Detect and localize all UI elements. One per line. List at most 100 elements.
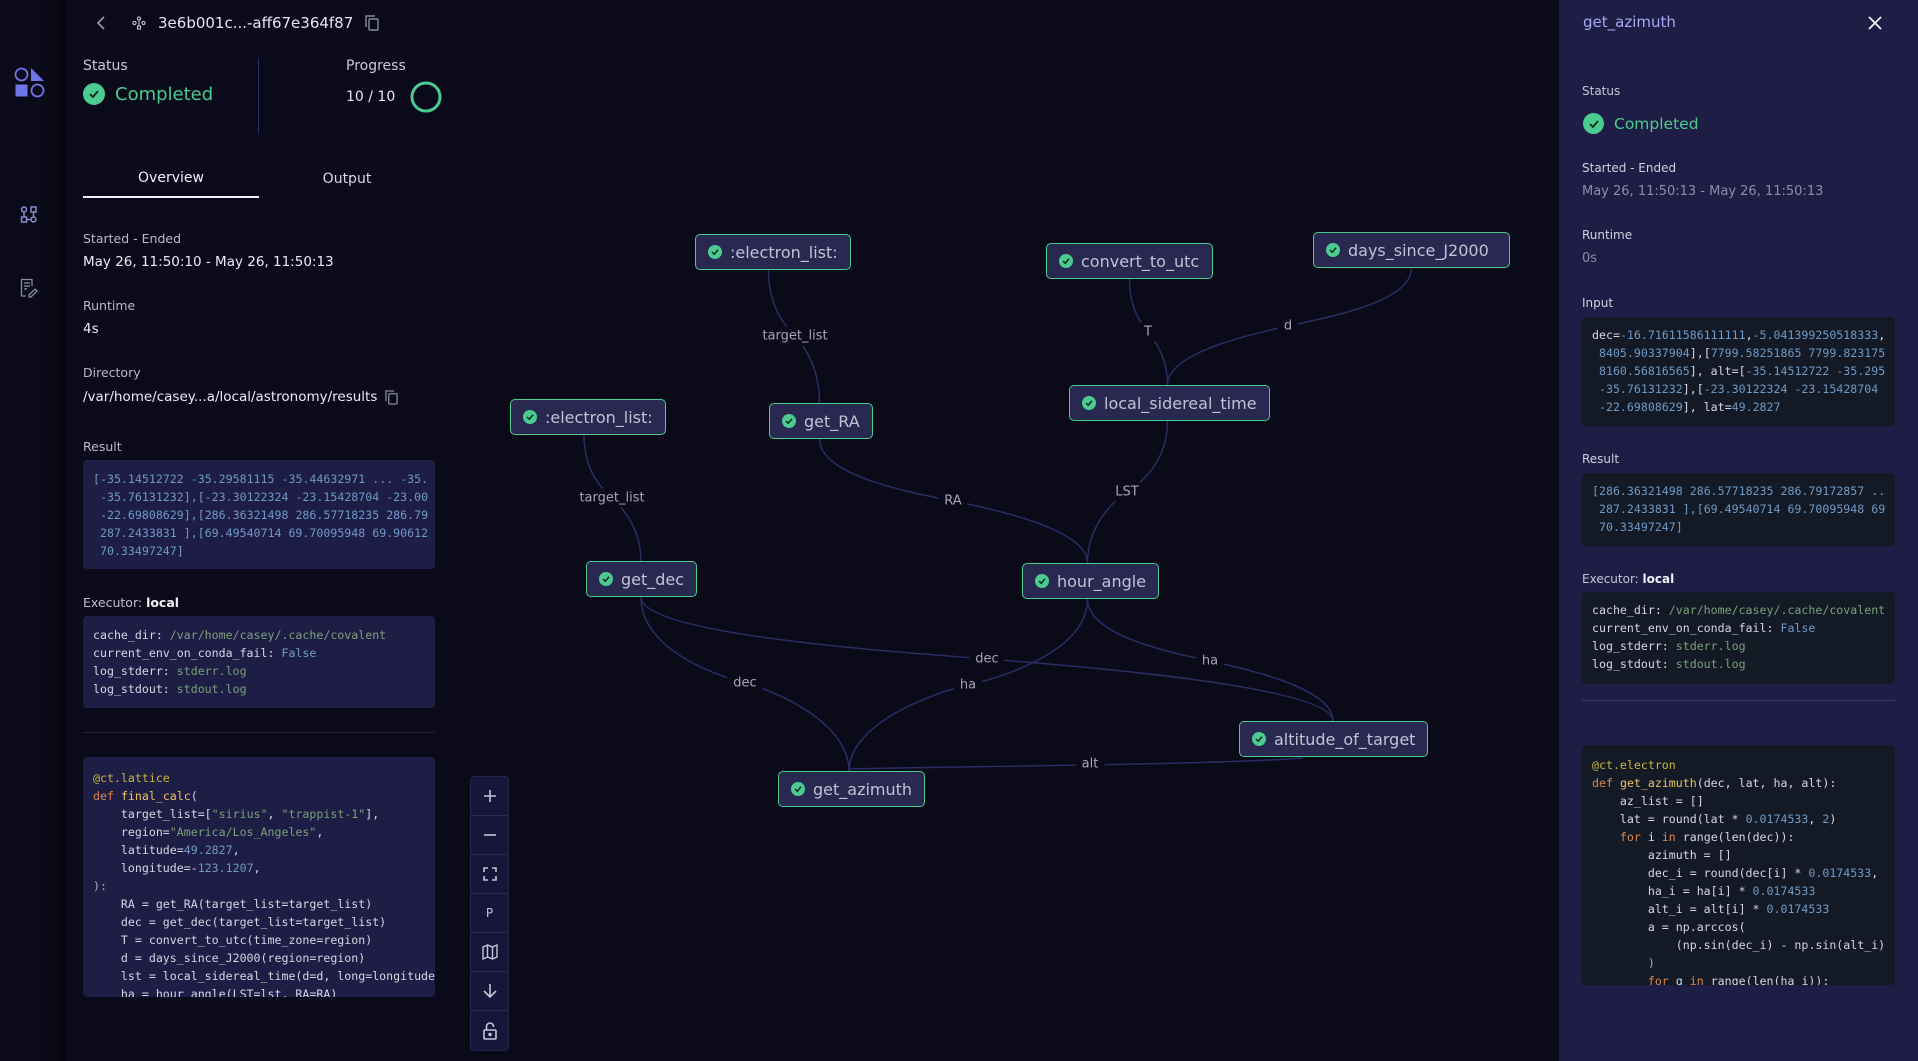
check-circle-icon — [1583, 113, 1604, 134]
code-line: latitude=49.2827, — [93, 843, 240, 857]
code-line: alt_i = alt[i] * 0.0174533 — [1592, 902, 1830, 916]
tab-output[interactable]: Output — [259, 160, 435, 198]
check-circle-icon — [1252, 732, 1266, 746]
code-line: 287.2433831 ],[69.49540714 69.70095948 6… — [1598, 502, 1886, 516]
node-label: local_sidereal_time — [1104, 393, 1257, 413]
arrow-down-icon — [482, 984, 497, 999]
drawer-executor-label-text: Executor: — [1582, 572, 1639, 586]
graph-node-get-azimuth[interactable]: get_azimuth — [778, 771, 926, 807]
graph-node-electron-list-1[interactable]: :electron_list: — [695, 234, 851, 270]
graph-view-icon[interactable] — [13, 199, 45, 231]
params-p-icon: P — [485, 906, 494, 920]
result-box: [-35.14512722 -35.29581115 -35.44632971 … — [83, 460, 435, 569]
status-label: Status — [83, 58, 128, 74]
check-circle-icon — [791, 782, 805, 796]
zoom-out-button[interactable] — [471, 816, 508, 855]
drawer-input-label: Input — [1582, 296, 1614, 310]
code-line: 70.33497247] — [1598, 520, 1683, 534]
executor-config-row: log_stdout: stdout.log — [93, 680, 425, 698]
result-label: Result — [83, 439, 122, 454]
edge-label: alt — [1075, 754, 1105, 774]
config-value: stderr.log — [176, 664, 247, 678]
drawer-executor-label: Executor: local — [1582, 572, 1674, 586]
lock-button[interactable] — [471, 1011, 508, 1050]
graph-node-altitude-of-target[interactable]: altitude_of_target — [1239, 721, 1429, 757]
copy-directory-button[interactable] — [385, 389, 399, 405]
drawer-runtime-label: Runtime — [1582, 228, 1633, 242]
drawer-result-label: Result — [1582, 452, 1620, 466]
code-line: ha = hour_angle(LST=lst, RA=RA) — [93, 987, 338, 997]
divider-vertical — [258, 58, 259, 134]
lattice-source-code: @ct.lattice def final_calc( target_list=[… — [83, 757, 435, 997]
check-circle-icon — [1035, 574, 1049, 588]
node-label: get_RA — [804, 411, 860, 431]
node-label: altitude_of_target — [1274, 729, 1416, 749]
status-badge: Completed — [83, 83, 213, 105]
divider — [1582, 700, 1895, 701]
electron-detail-drawer: get_azimuth Status Completed Started - E… — [1559, 0, 1918, 1061]
close-drawer-button[interactable] — [1864, 12, 1886, 34]
check-circle-icon — [83, 83, 105, 105]
code-line: (np.sin(dec_i) - np.sin(alt_i) — [1592, 938, 1886, 952]
progress-section: Progress 10 / 10 — [346, 58, 443, 114]
fit-view-button[interactable] — [471, 855, 508, 894]
code-line: for i in range(len(dec)): — [1619, 830, 1795, 844]
code-line: dec = get_dec(target_list=target_list) — [93, 915, 387, 929]
copy-icon — [365, 15, 379, 31]
dispatch-header: 3e6b001c...-aff67e364f87 — [90, 10, 379, 36]
graph-node-get-dec[interactable]: get_dec — [586, 561, 698, 597]
edge-label: ha — [1195, 651, 1225, 671]
code-line: 287.2433831 ],[69.49540714 69.70095948 6… — [99, 526, 429, 540]
code-line: @ct.lattice — [93, 771, 170, 785]
code-line: -22.69808629], lat=49.2827 — [1598, 400, 1781, 414]
code-line: ) — [1592, 956, 1655, 970]
direction-button[interactable] — [471, 972, 508, 1011]
back-button[interactable] — [90, 16, 112, 30]
config-value: stdout.log — [1675, 657, 1746, 671]
edge-label: T — [1138, 322, 1158, 342]
config-value: stderr.log — [1675, 639, 1746, 653]
status-section: Status Completed — [83, 58, 213, 105]
covalent-logo-icon[interactable] — [13, 66, 47, 100]
config-value: /var/home/casey/.cache/covalent — [1668, 603, 1886, 617]
executor-config-box: cache_dir: /var/home/casey/.cache/covale… — [83, 616, 435, 708]
zoom-in-button[interactable] — [471, 777, 508, 816]
code-line: @ct.electron — [1592, 758, 1676, 772]
drawer-runtime-value: 0s — [1582, 251, 1598, 266]
executor-config-row: cache_dir: /var/home/casey/.cache/covale… — [1592, 601, 1885, 619]
graph-node-electron-list-2[interactable]: :electron_list: — [510, 399, 666, 435]
code-line: longitude=-123.1207, — [93, 861, 261, 875]
graph-node-local-sidereal-time[interactable]: local_sidereal_time — [1069, 385, 1270, 421]
code-line: dec=-16.71611586111111,-5.04139925051833… — [1592, 328, 1886, 342]
code-line: az_list = [] — [1592, 794, 1704, 808]
node-label: get_azimuth — [813, 779, 913, 799]
copy-dispatch-id-button[interactable] — [365, 15, 379, 31]
fullscreen-icon — [482, 867, 497, 881]
chevron-left-icon — [96, 16, 105, 30]
logs-icon[interactable] — [13, 272, 45, 304]
config-key: log_stderr: — [93, 664, 177, 678]
code-line: RA = get_RA(target_list=target_list) — [93, 897, 373, 911]
plus-icon — [483, 790, 496, 802]
graph-edges — [583, 267, 1413, 772]
graph-node-convert-to-utc[interactable]: convert_to_utc — [1046, 243, 1213, 279]
toggle-params-button[interactable]: P — [471, 894, 508, 933]
code-line: 8160.56816565], alt=[-35.14512722 -35.29… — [1598, 364, 1886, 378]
graph-node-hour-angle[interactable]: hour_angle — [1022, 563, 1160, 599]
tab-overview[interactable]: Overview — [83, 160, 259, 198]
node-label: hour_angle — [1057, 571, 1147, 591]
graph-node-get-RA[interactable]: get_RA — [769, 403, 873, 439]
executor-label: Executor: local — [83, 595, 179, 610]
code-line: a = np.arccos( — [1592, 920, 1746, 934]
graph-canvas[interactable]: :electron_list::electron_list: get_RA get_… — [458, 0, 1559, 1061]
minimap-button[interactable] — [471, 933, 508, 972]
config-key: current_env_on_conda_fail: — [93, 646, 282, 660]
edge-label: ha — [953, 675, 983, 695]
divider — [83, 732, 435, 733]
graph-node-days-since-J2000[interactable]: days_since_J2000 — [1313, 232, 1510, 268]
executor-config-row: log_stderr: stderr.log — [93, 662, 425, 680]
code-line: ha_i = ha[i] * 0.0174533 — [1592, 884, 1816, 898]
drawer-started-ended-value: May 26, 11:50:13 - May 26, 11:50:13 — [1582, 184, 1824, 199]
config-key: cache_dir: — [93, 628, 170, 642]
drawer-status-value: Completed — [1614, 114, 1699, 133]
